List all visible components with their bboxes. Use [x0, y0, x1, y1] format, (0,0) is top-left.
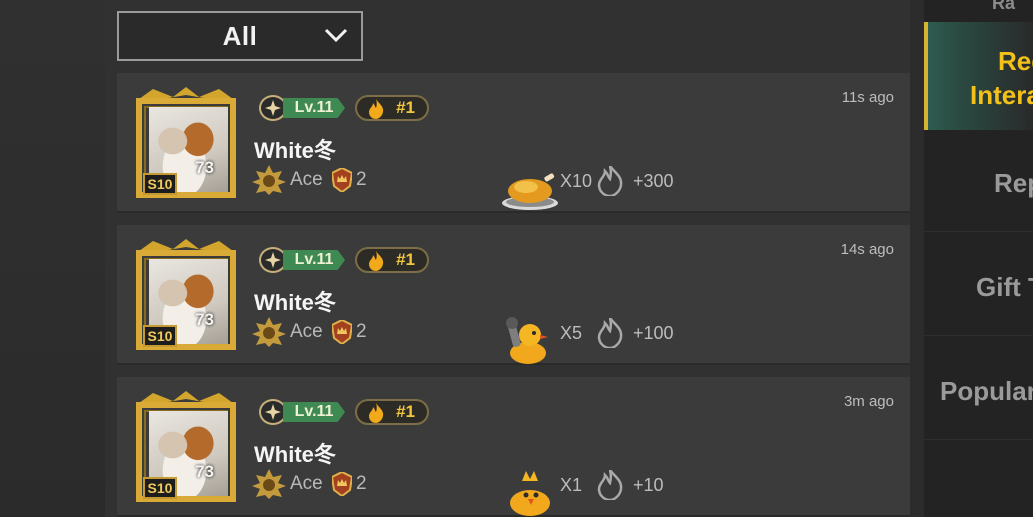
rank-text: #1 [396, 402, 415, 421]
filter-selected-label: All [222, 20, 258, 51]
star-icon [265, 404, 281, 420]
ace-tier-icon [252, 165, 286, 195]
tier-number: 2 [356, 169, 367, 190]
tier-number: 2 [356, 473, 367, 494]
sidebar-item-popularity[interactable]: Populari [924, 340, 1033, 440]
gift-count: X1 [560, 475, 583, 495]
tier-info: Ace 2 [252, 317, 382, 347]
rank-text: #1 [396, 98, 415, 117]
heat-value: +300 [633, 171, 674, 191]
season-badge: S10 [143, 325, 177, 347]
level-badge: Lv.11 [259, 399, 347, 425]
sidebar-active-label-line1: Rec [998, 46, 1033, 76]
tier-name: Ace [290, 169, 323, 190]
gift-count: X10 [560, 171, 593, 191]
rank-badge: #1 [355, 95, 429, 121]
tier-info: Ace 2 [252, 165, 382, 195]
filter-dropdown[interactable]: All [117, 11, 363, 61]
level-badge: Lv.11 [259, 95, 347, 121]
season-badge: S10 [143, 173, 177, 195]
flame-icon [369, 403, 384, 423]
sidebar: Ra Rec Intera Rep Gift T Populari [924, 0, 1033, 517]
username: White冬 [254, 290, 336, 315]
sidebar-active-label-line2: Intera [970, 80, 1033, 110]
sidebar-item-partial[interactable]: Ra [924, 0, 1033, 18]
chick-icon [510, 471, 550, 516]
chick-with-pan-icon [506, 317, 548, 364]
heat-value: +10 [633, 475, 664, 495]
flame-icon [369, 251, 384, 271]
timestamp: 3m ago [843, 393, 894, 410]
avatar[interactable]: 73 S10 [133, 391, 239, 503]
username: White冬 [254, 442, 336, 467]
heat-flame-icon [597, 470, 623, 500]
ace-tier-icon [252, 317, 286, 347]
interaction-card[interactable]: 73 S10 Lv.11 #1 White冬 Ace 2 X5 +100 14s… [117, 225, 910, 365]
interaction-card[interactable]: 73 S10 Lv.11 #1 White冬 Ace 2 X10 +300 11… [117, 73, 910, 213]
heat-value: +100 [633, 323, 674, 343]
rank-badge: #1 [355, 247, 429, 273]
timestamp: 11s ago [841, 89, 894, 106]
interaction-card[interactable]: 73 S10 Lv.11 #1 White冬 Ace 2 X1 +10 3m a… [117, 377, 910, 517]
list-edge [910, 0, 924, 517]
tier-number: 2 [356, 321, 367, 342]
avatar[interactable]: 73 S10 [133, 239, 239, 351]
level-text: Lv.11 [283, 98, 345, 118]
avatar[interactable]: 73 S10 [133, 87, 239, 199]
season-badge: S10 [143, 477, 177, 499]
rank-text: #1 [396, 250, 415, 269]
gift-count: X5 [560, 323, 583, 343]
sidebar-item-label: Rep [994, 168, 1033, 198]
heat-flame-icon [597, 166, 623, 196]
crown-shield-icon [332, 168, 352, 192]
star-icon [265, 100, 281, 116]
roast-chicken-icon [502, 173, 558, 210]
sidebar-item-active[interactable]: Rec Intera [924, 22, 1033, 130]
level-badge: Lv.11 [259, 247, 347, 273]
sidebar-item-rep[interactable]: Rep [924, 132, 1033, 232]
tier-name: Ace [290, 473, 323, 494]
sidebar-item-gift[interactable]: Gift T [924, 236, 1033, 336]
username: White冬 [254, 138, 336, 163]
ace-tier-icon [252, 469, 286, 499]
heat-flame-icon [597, 318, 623, 348]
left-background [0, 0, 105, 517]
sidebar-item-label: Populari [940, 376, 1033, 406]
timestamp: 14s ago [840, 241, 894, 258]
avatar-score: 73 [195, 158, 214, 177]
avatar-score: 73 [195, 310, 214, 329]
star-icon [265, 252, 281, 268]
level-text: Lv.11 [283, 402, 345, 422]
rank-badge: #1 [355, 399, 429, 425]
sidebar-item-label: Gift T [976, 272, 1033, 302]
level-text: Lv.11 [283, 250, 345, 270]
tier-name: Ace [290, 321, 323, 342]
crown-shield-icon [332, 320, 352, 344]
avatar-score: 73 [195, 462, 214, 481]
tier-info: Ace 2 [252, 469, 382, 499]
chevron-down-icon [324, 28, 348, 43]
flame-icon [369, 99, 384, 119]
crown-shield-icon [332, 472, 352, 496]
